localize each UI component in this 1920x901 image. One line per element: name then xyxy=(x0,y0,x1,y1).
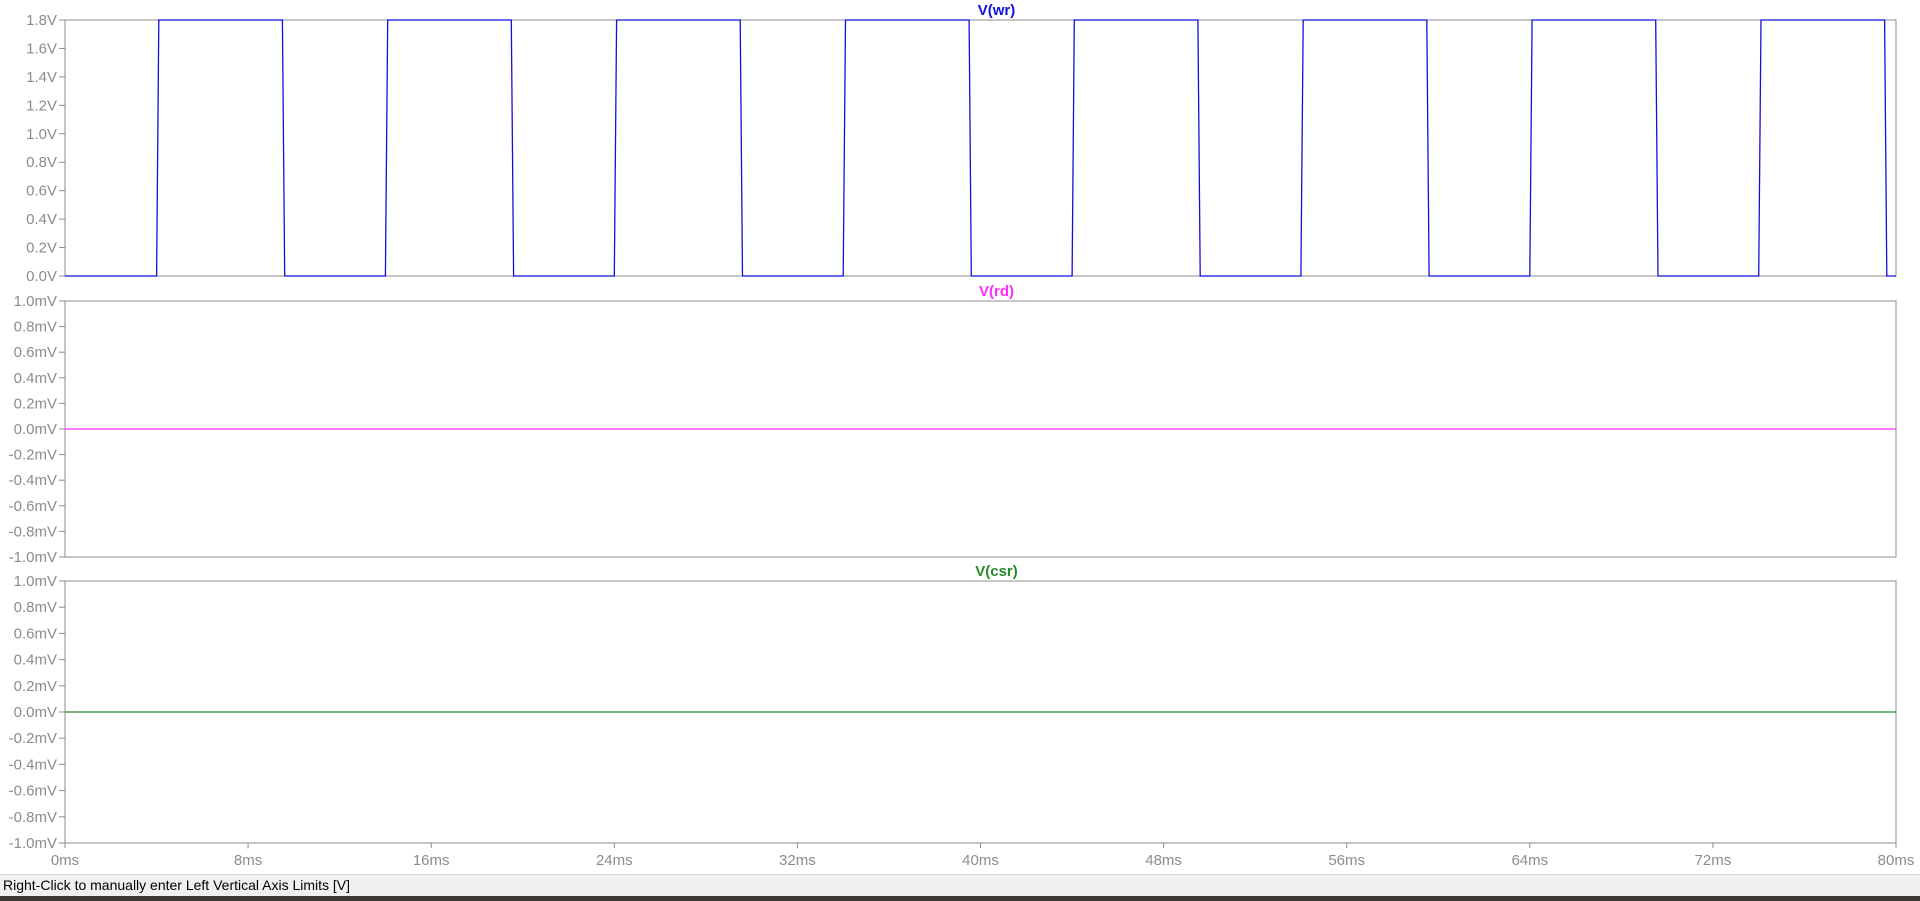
y-tick-label: 1.0mV xyxy=(14,573,57,590)
y-tick-label: 1.6V xyxy=(26,40,57,57)
x-tick-label: 16ms xyxy=(413,852,450,869)
x-tick-label: 0ms xyxy=(51,852,79,869)
y-tick-label: 0.6mV xyxy=(14,625,57,642)
y-tick-label: 0.2mV xyxy=(14,678,57,695)
x-tick-label: 64ms xyxy=(1511,852,1548,869)
y-tick-label: 0.0V xyxy=(26,268,57,285)
pane-frame[interactable] xyxy=(64,19,1897,277)
y-tick-label: 0.2V xyxy=(26,240,57,257)
taskbar-edge xyxy=(0,896,1920,901)
x-tick-label: 32ms xyxy=(779,852,816,869)
y-tick-label: -0.8mV xyxy=(9,523,57,540)
y-tick-label: 0.8mV xyxy=(14,319,57,336)
y-tick-label: 1.0mV xyxy=(14,293,57,310)
y-tick-label: 1.0V xyxy=(26,126,57,143)
y-tick-label: 0.4mV xyxy=(14,370,57,387)
x-tick-label: 56ms xyxy=(1328,852,1365,869)
y-tick-label: 1.2V xyxy=(26,97,57,114)
waveform-viewer: V(wr) 0.0V 0.2V 0.4V 0.6V 0.8V 1.0V 1.2V 1.4V 1.6… xyxy=(0,0,1920,901)
x-tick-label: 72ms xyxy=(1695,852,1732,869)
pane-title: V(csr) xyxy=(975,563,1018,580)
status-bar: Right-Click to manually enter Left Verti… xyxy=(0,874,1920,896)
waveform-plot[interactable]: V(wr) 0.0V 0.2V 0.4V 0.6V 0.8V 1.0V 1.2V 1.4V 1.6… xyxy=(0,0,1920,872)
y-tick-label: 0.6mV xyxy=(14,344,57,361)
y-tick-label: 0.8V xyxy=(26,154,57,171)
y-tick-label: -0.4mV xyxy=(9,472,57,489)
y-tick-label: -0.6mV xyxy=(9,783,57,800)
y-tick-label: -0.8mV xyxy=(9,809,57,826)
y-tick-label: -0.2mV xyxy=(9,447,57,464)
x-tick-label: 24ms xyxy=(596,852,633,869)
y-tick-label: -0.6mV xyxy=(9,498,57,515)
y-tick-label: -1.0mV xyxy=(9,835,57,852)
x-tick-label: 48ms xyxy=(1145,852,1182,869)
status-text: Right-Click to manually enter Left Verti… xyxy=(3,877,351,893)
y-tick-label: 0.0mV xyxy=(14,421,57,438)
pane-title: V(rd) xyxy=(979,283,1014,300)
y-tick-label: 1.4V xyxy=(26,69,57,86)
y-tick-label: 0.8mV xyxy=(14,599,57,616)
x-tick-label: 40ms xyxy=(962,852,999,869)
y-tick-label: 1.8V xyxy=(26,12,57,29)
y-tick-label: 0.2mV xyxy=(14,395,57,412)
y-tick-label: 0.4V xyxy=(26,211,57,228)
y-tick-label: 0.0mV xyxy=(14,704,57,721)
y-tick-label: -1.0mV xyxy=(9,549,57,566)
y-tick-label: 0.4mV xyxy=(14,652,57,669)
y-tick-label: -0.2mV xyxy=(9,730,57,747)
x-tick-label: 8ms xyxy=(234,852,262,869)
y-tick-label: 0.6V xyxy=(26,183,57,200)
pane-title: V(wr) xyxy=(978,2,1016,19)
y-tick-label: -0.4mV xyxy=(9,756,57,773)
x-tick-label: 80ms xyxy=(1878,852,1915,869)
